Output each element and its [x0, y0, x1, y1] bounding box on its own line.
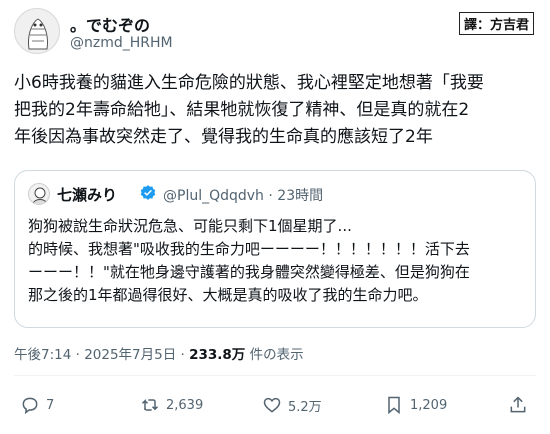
- bookmark-button[interactable]: 1,209: [384, 392, 447, 418]
- tweet-meta: 午後7:14 · 2025年7月5日 · 233.8万 件の表示: [14, 343, 304, 363]
- display-name[interactable]: 。でむぞの: [70, 12, 150, 36]
- quoted-tweet[interactable]: 七瀬みり @Plul_Qdqdvh · 23時間 狗狗被說生命狀況危急、可能只剩…: [14, 170, 536, 328]
- like-button[interactable]: 5.2万: [262, 392, 322, 418]
- quoted-text-line: 那之後的1年都過得很好、大概是真的吸收了我的生命力吧。: [28, 286, 428, 304]
- quoted-handle-time[interactable]: @Plul_Qdqdvh · 23時間: [163, 185, 323, 205]
- quoted-text: 狗狗被說生命狀況危急、可能只剩下1個星期了... 的時候、我想著"吸收我的生命力…: [28, 215, 528, 307]
- verified-badge-icon: [140, 185, 156, 200]
- quoted-text-line: ーーー！！"就在牠身邊守護著的我身體突然變得極差、但是狗狗在: [28, 263, 470, 281]
- timestamp[interactable]: 午後7:14 · 2025年7月5日 ·: [14, 347, 189, 363]
- translator-watermark: 譯：方吉君: [458, 12, 534, 35]
- share-button[interactable]: [508, 392, 534, 418]
- views-count: 1,209: [410, 397, 448, 413]
- quoted-text-line: 的時候、我想著"吸收我的生命力吧ーーーー！！！！！！！活下去: [28, 240, 470, 258]
- share-icon: [510, 396, 526, 413]
- bookmark-icon: [388, 396, 400, 415]
- retweet-count: 2,639: [166, 397, 204, 413]
- reply-count: 7: [46, 397, 55, 413]
- like-count: 5.2万: [288, 399, 322, 415]
- quoted-text-line: 狗狗被說生命狀況危急、可能只剩下1個星期了...: [28, 217, 352, 235]
- views-label: 件の表示: [245, 347, 304, 363]
- reply-icon: [22, 397, 38, 415]
- quoted-avatar[interactable]: [28, 183, 50, 205]
- action-bar: 7 2,639 5.2万 1,209: [14, 392, 536, 422]
- reply-button[interactable]: 7: [20, 392, 54, 418]
- quoted-display-name[interactable]: 七瀬みり: [57, 184, 117, 205]
- tweet-header: 。でむぞの @nzmd_HRHM 譯：方吉君: [14, 8, 536, 58]
- tweet-text-line: 年後因為事故突然走了、覺得我的生命真的應該短了2年: [14, 127, 433, 147]
- avatar[interactable]: [14, 8, 60, 54]
- divider: [14, 375, 536, 376]
- retweet-icon: [141, 399, 159, 411]
- view-count: 233.8万: [189, 347, 246, 363]
- tweet-text: 小6時我養的貓進入生命危險的狀態、我心裡堅定地想著「我要 把我的2年壽命給牠」、…: [14, 70, 538, 151]
- tweet-text-line: 小6時我養的貓進入生命危險的狀態、我心裡堅定地想著「我要: [14, 73, 484, 93]
- like-icon: [263, 397, 281, 413]
- retweet-button[interactable]: 2,639: [140, 392, 203, 418]
- tweet-text-line: 把我的2年壽命給牠」、結果牠就恢復了精神、但是真的就在2: [14, 100, 470, 120]
- user-handle[interactable]: @nzmd_HRHM: [70, 35, 173, 51]
